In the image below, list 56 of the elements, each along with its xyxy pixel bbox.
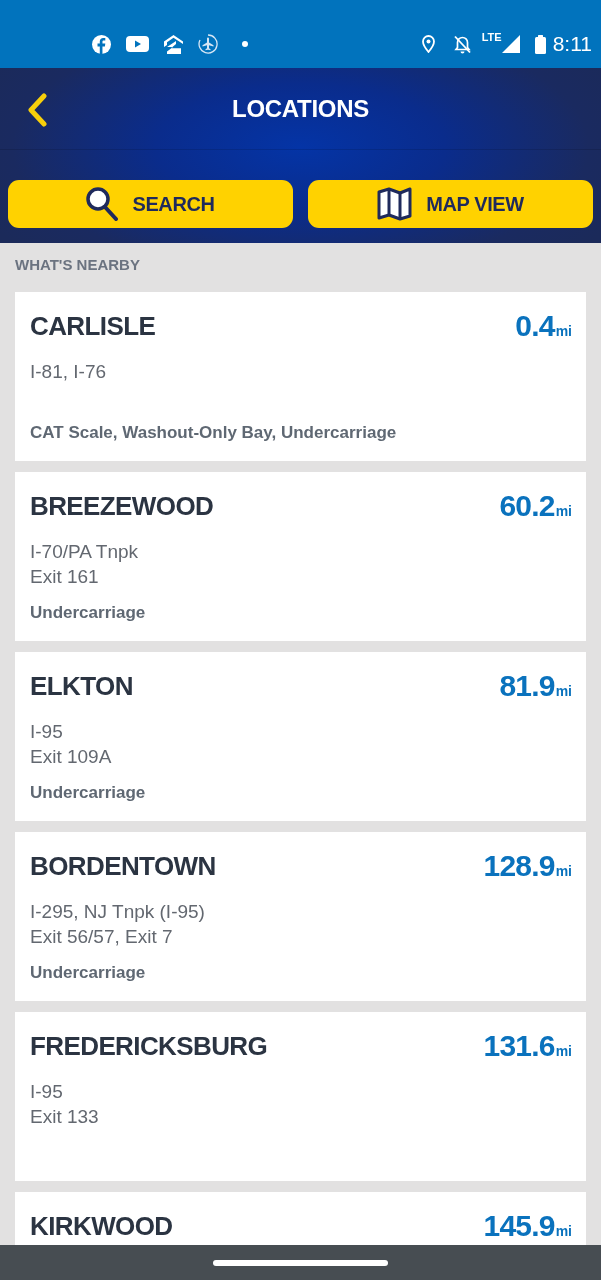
distance-unit: mi xyxy=(555,323,572,341)
amenities-text: Undercarriage xyxy=(30,602,147,624)
page-title: LOCATIONS xyxy=(232,93,369,124)
location-card[interactable]: BREEZEWOOD 60.2mi I-70/PA Tnpk Exit 161 Undercarriage xyxy=(15,472,586,641)
signal-icon xyxy=(501,35,520,53)
location-card[interactable]: BORDENTOWN 128.9mi I-295, NJ Tnpk (I-95) Exit 56/57, Exit 7 Undercarriage xyxy=(15,832,586,1001)
highway-info: Exit 56/57, Exit 7 xyxy=(30,925,174,949)
highway-info: I-70/PA Tnpk xyxy=(30,540,140,564)
distance-value: 60.2 xyxy=(499,490,555,522)
location-name: FREDERICKSBURG xyxy=(30,1030,268,1062)
location-name: ELKTON xyxy=(30,670,133,702)
location-card[interactable]: KIRKWOOD 145.9mi xyxy=(15,1192,586,1245)
home-handle[interactable] xyxy=(213,1259,388,1266)
location-name: BREEZEWOOD xyxy=(30,490,214,522)
search-button[interactable]: SEARCH xyxy=(8,180,293,228)
highway-info: Exit 133 xyxy=(30,1105,100,1129)
distance-value: 0.4 xyxy=(515,310,555,342)
highway-info: Exit 109A xyxy=(30,745,113,769)
distance-value: 128.9 xyxy=(483,850,555,882)
airplane-circle-icon xyxy=(198,34,218,54)
location-name: KIRKWOOD xyxy=(30,1210,173,1242)
location-card[interactable]: ELKTON 81.9mi I-95 Exit 109A Undercarriage xyxy=(15,652,586,821)
distance-value: 81.9 xyxy=(499,670,555,702)
highway-info: I-95 xyxy=(30,720,64,744)
location-name: BORDENTOWN xyxy=(30,850,216,882)
battery-icon xyxy=(534,34,546,54)
distance-unit: mi xyxy=(555,682,572,701)
distance-value: 145.9 xyxy=(483,1210,555,1242)
network-type: LTE xyxy=(481,32,502,43)
amenities-text: CAT Scale, Washout-Only Bay, Undercarriage xyxy=(30,422,398,444)
bell-off-icon xyxy=(452,34,472,54)
location-card[interactable]: FREDERICKSBURG 131.6mi I-95 Exit 133 xyxy=(15,1012,586,1181)
distance-value: 131.6 xyxy=(483,1030,555,1062)
map-view-button[interactable]: MAP VIEW xyxy=(308,180,593,228)
section-heading: WHAT'S NEARBY xyxy=(15,255,141,275)
distance-unit: mi xyxy=(555,1042,572,1061)
highway-info: I-295, NJ Tnpk (I-95) xyxy=(30,900,206,924)
amenities-text: Undercarriage xyxy=(30,962,147,984)
house-icon xyxy=(164,34,183,54)
highway-info: Exit 161 xyxy=(30,565,100,589)
clock-time: 8:11 xyxy=(552,32,592,56)
facebook-icon xyxy=(92,34,111,54)
location-name: CARLISLE xyxy=(30,310,156,342)
location-card[interactable]: CARLISLE 0.4mi I-81, I-76 CAT Scale, Washout-Only Bay, Undercarriage xyxy=(15,292,586,461)
amenities-text: Undercarriage xyxy=(30,782,147,804)
location-pin-icon xyxy=(421,35,435,53)
distance-unit: mi xyxy=(555,862,572,881)
highway-info: I-95 xyxy=(30,1080,64,1104)
back-chevron-icon xyxy=(26,93,48,127)
map-icon xyxy=(377,187,413,221)
distance-unit: mi xyxy=(555,502,572,521)
dot-icon xyxy=(242,41,248,47)
video-play-icon xyxy=(126,36,149,52)
search-icon xyxy=(86,187,119,221)
highway-info: I-81, I-76 xyxy=(30,360,108,384)
distance-unit: mi xyxy=(555,1222,572,1241)
